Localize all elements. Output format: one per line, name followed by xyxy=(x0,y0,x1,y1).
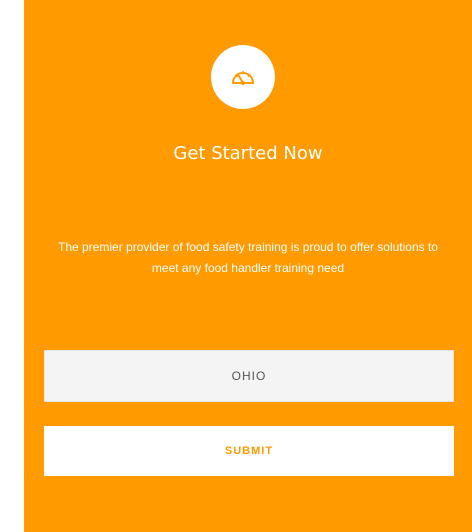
description-text: The premier provider of food safety trai… xyxy=(58,240,438,275)
icon-badge xyxy=(211,45,275,109)
get-started-panel: Get Started Now The premier provider of … xyxy=(24,0,472,532)
page-title: Get Started Now xyxy=(173,143,323,164)
state-input[interactable] xyxy=(44,350,454,402)
speedometer-icon xyxy=(232,70,254,85)
submit-button[interactable]: SUBMIT xyxy=(44,426,454,476)
